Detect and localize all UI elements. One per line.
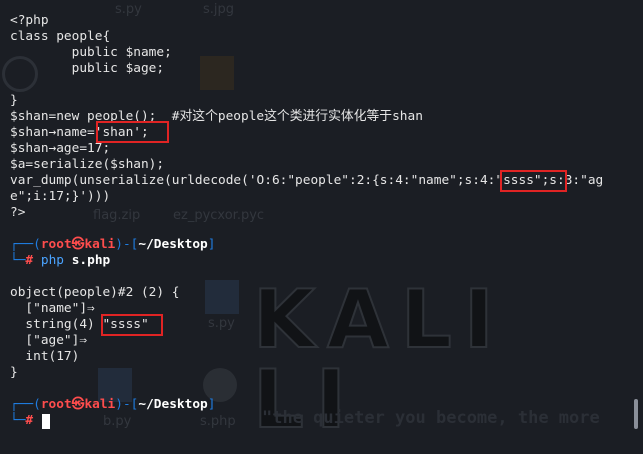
code-line: } [10, 93, 18, 108]
highlight-box-name-value [96, 121, 169, 143]
prompt-bar: )-[ [115, 397, 139, 412]
prompt-directory: ~/Desktop [138, 397, 208, 412]
prompt-bar: ┌──( [10, 237, 41, 252]
terminal-scrollbar[interactable] [634, 399, 638, 429]
code-line: ?> [10, 205, 26, 220]
code-line: $shan→age=17; [10, 141, 111, 156]
code-line: $a=serialize($shan); [10, 157, 165, 172]
code-line: <?php [10, 13, 49, 28]
output-line: object(people)#2 (2) { [10, 285, 180, 300]
prompt-bar: └─ [10, 253, 26, 268]
output-line: int(17) [10, 349, 80, 364]
code-line: class people{ [10, 29, 111, 44]
shell-prompt-header: ┌──(root㉿kali)-[~/Desktop] [10, 237, 215, 253]
output-line: } [10, 365, 18, 380]
prompt-user: root㉿kali [40, 397, 116, 412]
prompt-bar: ] [207, 397, 216, 412]
shell-input-line[interactable]: └─# [10, 413, 33, 429]
prompt-bar: ┌──( [10, 397, 41, 412]
prompt-bar: )-[ [115, 237, 139, 252]
prompt-user: root㉿kali [40, 237, 116, 252]
output-line: ["age"]⇒ [10, 333, 88, 348]
text-cursor [42, 414, 50, 429]
shell-command-line: └─# php s.php [10, 253, 110, 269]
terminal-window[interactable]: <?php class people{ public $name; public… [0, 0, 643, 454]
prompt-bar: └─ [10, 413, 26, 428]
prompt-hash: # [25, 253, 34, 268]
prompt-hash: # [25, 413, 34, 428]
prompt-directory: ~/Desktop [138, 237, 208, 252]
output-line: ["name"]⇒ [10, 301, 95, 316]
highlight-box-serialized-value [500, 170, 567, 192]
highlight-box-output-value [101, 314, 163, 336]
code-line: public $name; [10, 45, 172, 60]
code-line: e";i:17;}'))) [10, 189, 111, 204]
shell-prompt-header: ┌──(root㉿kali)-[~/Desktop] [10, 397, 215, 413]
code-line: public $age; [10, 61, 165, 76]
command-argument: s.php [71, 253, 111, 268]
prompt-bar: ] [207, 237, 216, 252]
command-name: php [40, 253, 64, 268]
code-line: $shan=new people(); #对这个people这个类进行实体化等于… [10, 109, 423, 124]
